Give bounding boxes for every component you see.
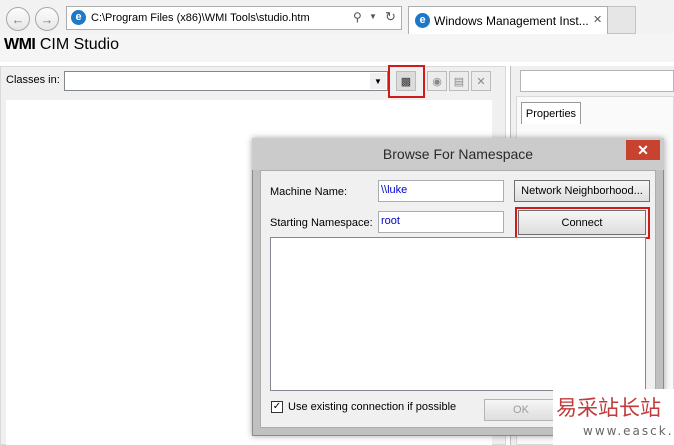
refresh-icon[interactable]: ↻ [385, 9, 396, 25]
forward-button[interactable]: → [35, 7, 59, 31]
chevron-down-icon[interactable]: ▼ [370, 73, 386, 89]
address-bar[interactable]: e C:\Program Files (x86)\WMI Tools\studi… [66, 6, 402, 30]
new-tab-button[interactable] [608, 6, 636, 34]
watermark-url: www.easck.com [583, 424, 674, 438]
namespace-tree[interactable] [270, 237, 646, 391]
class-properties-button[interactable]: ▤ [449, 71, 469, 91]
properties-icon: ▤ [453, 75, 465, 88]
delete-icon: ✕ [476, 75, 486, 88]
starting-namespace-label: Starting Namespace: [270, 217, 373, 229]
highlight-box-connect [515, 207, 650, 239]
close-icon: ✕ [637, 141, 649, 158]
binoculars-icon: ◉ [432, 75, 442, 88]
back-button[interactable]: ← [6, 7, 30, 31]
starting-namespace-field[interactable]: root [378, 211, 504, 233]
use-existing-connection-checkbox[interactable]: ✓ [271, 401, 283, 413]
address-text: C:\Program Files (x86)\WMI Tools\studio.… [91, 12, 310, 24]
tab-title: Windows Management Inst... [434, 14, 589, 28]
search-class-button[interactable]: ◉ [427, 71, 447, 91]
delete-class-button[interactable]: ✕ [471, 71, 491, 91]
browser-tab[interactable]: e Windows Management Inst... ✕ [408, 6, 608, 34]
machine-name-field[interactable]: \\luke [378, 180, 504, 202]
highlight-box-browse [388, 65, 425, 98]
classes-in-label: Classes in: [6, 74, 60, 86]
dialog-close-button[interactable]: ✕ [626, 140, 660, 160]
dropdown-arrow-icon[interactable]: ▼ [369, 12, 377, 21]
watermark-logo-text: 易采站长站 [556, 396, 661, 420]
close-tab-icon[interactable]: ✕ [593, 13, 602, 26]
class-path-field[interactable] [520, 70, 674, 92]
forward-arrow-icon: → [40, 11, 54, 27]
dialog-title: Browse For Namespace [382, 146, 534, 162]
tab-properties[interactable]: Properties [521, 102, 581, 124]
search-icon[interactable]: ⚲ [353, 10, 362, 24]
classes-in-combo[interactable]: ▼ [64, 71, 388, 91]
ie-logo-icon: e [71, 10, 86, 25]
back-arrow-icon: ← [11, 11, 25, 27]
ie-logo-icon: e [415, 13, 430, 28]
network-neighborhood-button[interactable]: Network Neighborhood... [514, 180, 650, 202]
app-title: WMI CIM Studio [4, 36, 119, 53]
use-existing-connection-label: Use existing connection if possible [288, 401, 457, 413]
machine-name-label: Machine Name: [270, 186, 348, 198]
ok-button[interactable]: OK [484, 399, 558, 421]
